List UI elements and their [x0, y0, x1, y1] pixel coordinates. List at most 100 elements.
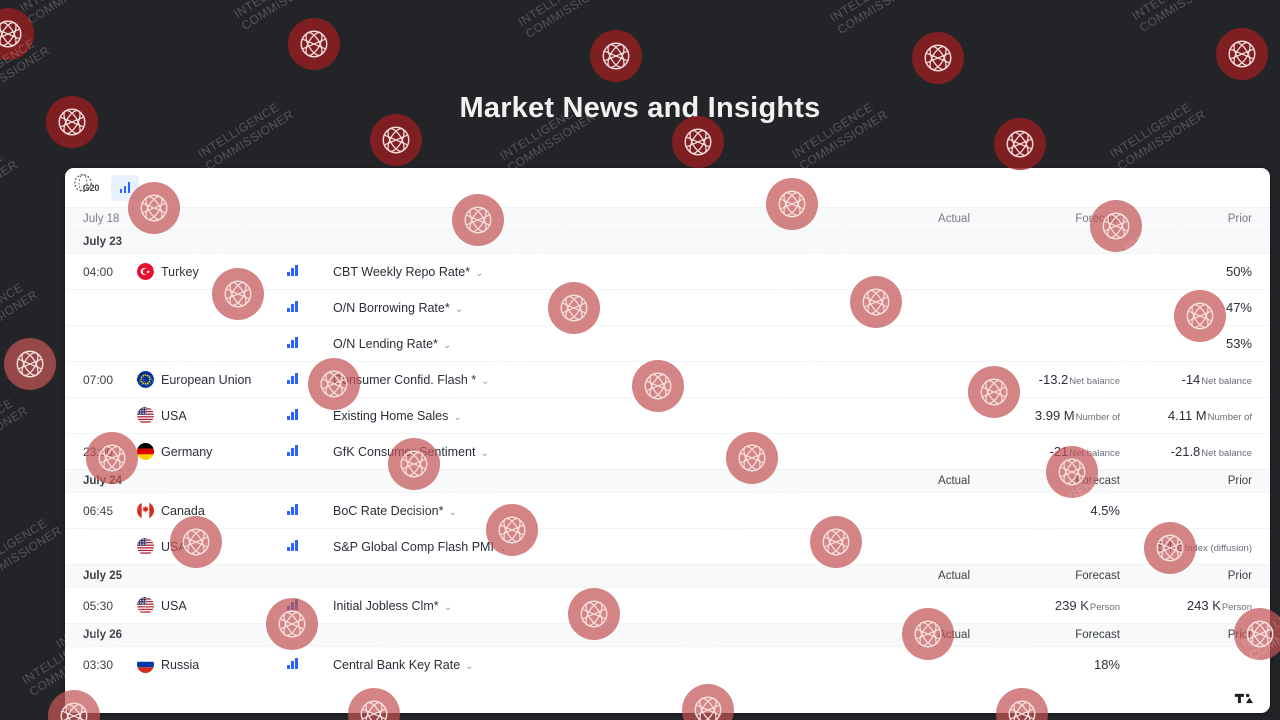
prior-value: 243 K [1186, 598, 1221, 613]
table-row[interactable]: 03:30 Russia Central Bank Key Rate ⌄ 18% [65, 646, 1270, 682]
importance-cell[interactable] [287, 264, 333, 279]
importance-cell[interactable] [287, 372, 333, 387]
widget-toolbar: G20 [65, 168, 1270, 208]
country-label: Canada [161, 503, 205, 518]
prior-value-unit: Net balance [1201, 376, 1252, 387]
table-row[interactable]: 07:00 European Union Consumer Confid. Fla… [65, 361, 1270, 397]
chevron-down-icon[interactable]: ⌄ [453, 412, 461, 423]
table-row[interactable]: O/N Lending Rate* ⌄ 53% [65, 325, 1270, 361]
prior-value: 50% [1225, 264, 1252, 279]
watermark-line-2: COMMISSIONER [834, 0, 929, 37]
event-time: 23:00 [83, 444, 114, 459]
globe-watermark-icon [0, 8, 34, 60]
prior-cell: 54.6Index (diffusion) [1120, 539, 1270, 554]
event-name: GfK Consumer Sentiment [333, 444, 476, 459]
event-cell[interactable]: Existing Home Sales ⌄ [333, 409, 820, 423]
event-name: Initial Jobless Clm* [333, 598, 439, 613]
event-cell[interactable]: O/N Lending Rate* ⌄ [333, 337, 820, 351]
table-row[interactable]: USA Existing Home Sales ⌄ 3.99 MNumber of 4.… [65, 397, 1270, 433]
chevron-down-icon[interactable]: ⌄ [475, 268, 483, 279]
watermark-line-1: INTELLIGENCE [0, 36, 38, 98]
column-header-prior: Prior [1227, 570, 1252, 582]
g20-filter-button[interactable]: G20 [74, 173, 105, 201]
economic-calendar-widget: G20 July 18 Actual Forecast Prior July 23 04:… [65, 168, 1270, 713]
country-cell: European Union [137, 371, 287, 388]
chevron-down-icon[interactable]: ⌄ [448, 507, 456, 518]
column-header-forecast: Forecast [1075, 213, 1120, 225]
date-section-header: July 25 Actual Forecast Prior [65, 564, 1270, 587]
table-row[interactable]: O/N Borrowing Rate* ⌄ 47% [65, 289, 1270, 325]
event-name: Consumer Confid. Flash * [333, 372, 477, 387]
date-header-july-18: July 18 Actual Forecast Prior [65, 208, 1270, 230]
forecast-value: 4.5% [1090, 503, 1120, 518]
event-name: Existing Home Sales [333, 408, 449, 423]
country-cell: USA [137, 538, 287, 555]
prior-value: -21.8 [1170, 444, 1201, 459]
event-cell[interactable]: BoC Rate Decision* ⌄ [333, 504, 820, 518]
chevron-down-icon[interactable]: ⌄ [465, 661, 473, 672]
prior-cell: 4.11 MNumber of [1120, 408, 1270, 423]
watermark-text: INTELLIGENCECOMMISSIONER [827, 0, 929, 37]
watermark-line-2: COMMISSIONER [25, 0, 118, 27]
bar-chart-icon [287, 657, 298, 669]
event-time: 06:45 [83, 503, 114, 518]
forecast-value: 3.99 M [1034, 408, 1075, 423]
table-row[interactable]: 06:45 Canada BoC Rate Decision* ⌄ 4.5% [65, 492, 1270, 528]
date-section-header: July 26 Actual Forecast Prior [65, 623, 1270, 646]
forecast-value: -21 [1049, 444, 1069, 459]
forecast-cell: 18% [970, 657, 1120, 672]
column-header-prior: Prior [1227, 475, 1252, 487]
country-cell: Canada [137, 502, 287, 519]
event-name: S&P Global Comp Flash PMI [333, 539, 494, 554]
importance-cell[interactable] [287, 539, 333, 554]
watermark-line-1: INTELLIGENCE [1129, 0, 1223, 24]
importance-cell[interactable] [287, 598, 333, 613]
event-cell[interactable]: GfK Consumer Sentiment ⌄ [333, 445, 820, 459]
table-row[interactable]: 23:00 Germany GfK Consumer Sentiment ⌄ -21N… [65, 433, 1270, 469]
importance-cell[interactable] [287, 444, 333, 459]
event-time: 05:30 [83, 598, 114, 613]
event-cell[interactable]: Initial Jobless Clm* ⌄ [333, 599, 820, 613]
bar-chart-icon [287, 503, 298, 515]
event-cell[interactable]: O/N Borrowing Rate* ⌄ [333, 301, 820, 315]
flag-usa [137, 538, 154, 555]
column-header-actual: Actual [938, 475, 970, 487]
importance-cell[interactable] [287, 336, 333, 351]
table-row[interactable]: USA S&P Global Comp Flash PMI ⌄ 54.6Index (… [65, 528, 1270, 564]
chevron-down-icon[interactable]: ⌄ [481, 376, 489, 387]
event-cell[interactable]: S&P Global Comp Flash PMI ⌄ [333, 540, 820, 554]
watermark-line-2: COMMISSIONER [0, 523, 65, 589]
watermark-line-1: INTELLIGENCE [0, 396, 16, 458]
watermark-text: INTELLIGENCECOMMISSIONER [0, 392, 31, 469]
watermark-text: INTELLIGENCECOMMISSIONER [231, 0, 333, 33]
flag-turkey [137, 263, 154, 280]
globe-watermark-icon [1216, 28, 1268, 80]
chevron-down-icon[interactable]: ⌄ [443, 340, 451, 351]
chevron-down-icon[interactable]: ⌄ [455, 304, 463, 315]
importance-cell[interactable] [287, 503, 333, 518]
forecast-value: -13.2 [1038, 372, 1069, 387]
column-header-prior: Prior [1227, 629, 1252, 641]
date-label: July 23 [83, 236, 122, 248]
importance-cell[interactable] [287, 408, 333, 423]
importance-filter-button[interactable] [111, 174, 139, 201]
chevron-down-icon[interactable]: ⌄ [499, 543, 507, 554]
event-time: 07:00 [83, 372, 114, 387]
date-section-header: July 23 [65, 230, 1270, 253]
event-cell[interactable]: Consumer Confid. Flash * ⌄ [333, 373, 820, 387]
event-cell[interactable]: CBT Weekly Repo Rate* ⌄ [333, 265, 820, 279]
chevron-down-icon[interactable]: ⌄ [480, 448, 488, 459]
tradingview-logo[interactable] [1228, 683, 1270, 713]
importance-cell[interactable] [287, 300, 333, 315]
globe-watermark-icon [288, 18, 340, 70]
watermark-line-2: COMMISSIONER [1136, 0, 1231, 35]
forecast-value-unit: Number of [1075, 412, 1120, 423]
event-cell[interactable]: Central Bank Key Rate ⌄ [333, 658, 820, 672]
importance-cell[interactable] [287, 657, 333, 672]
chevron-down-icon[interactable]: ⌄ [444, 602, 452, 613]
table-row[interactable]: 04:00 Turkey CBT Weekly Repo Rate* ⌄ 50% [65, 253, 1270, 289]
forecast-cell: 239 KPerson [970, 598, 1120, 613]
table-row[interactable]: 05:30 USA Initial Jobless Clm* ⌄ 239 KPerso… [65, 587, 1270, 623]
country-label: Germany [161, 444, 213, 459]
event-name: O/N Borrowing Rate* [333, 300, 450, 315]
